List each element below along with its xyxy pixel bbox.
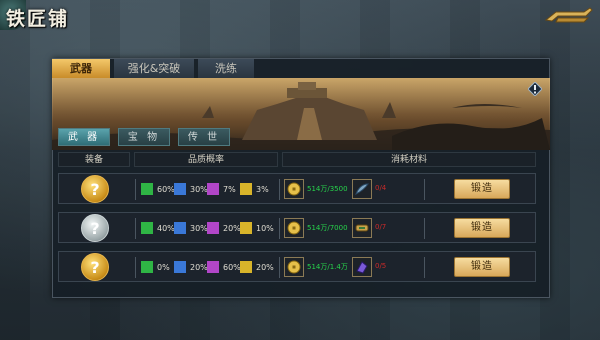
item-cost-text: 0/5 — [375, 262, 387, 270]
quality-green: 60% — [141, 183, 175, 195]
yellow-swatch — [240, 222, 252, 234]
quality-pct: 60% — [157, 184, 175, 194]
subtab-weapon[interactable]: 武 器 — [58, 128, 110, 146]
quality-purple: 20% — [207, 222, 241, 234]
purple-swatch — [207, 261, 219, 273]
quality-yellow: 10% — [240, 222, 274, 234]
coin-icon — [287, 260, 301, 274]
quality-blue: 20% — [174, 261, 208, 273]
quality-pct: 7% — [223, 184, 236, 194]
quality-green: 40% — [141, 222, 175, 234]
blue-swatch — [174, 183, 186, 195]
coin-material-slot[interactable] — [284, 257, 304, 277]
coin-material-slot[interactable] — [284, 179, 304, 199]
back-arrow-icon[interactable] — [544, 6, 594, 26]
subtab-treasure[interactable]: 宝 物 — [118, 128, 170, 146]
header: 铁匠铺 — [0, 0, 600, 34]
divider — [424, 218, 425, 239]
quality-pct: 20% — [190, 262, 208, 272]
divider — [424, 257, 425, 278]
info-diamond-icon[interactable] — [528, 82, 542, 96]
column-header-materials: 消耗材料 — [282, 152, 536, 167]
purple-swatch — [207, 222, 219, 234]
purple-swatch — [207, 183, 219, 195]
forge-row: ? 40% 30% 20% 10% 514万/7000 0/7 锻造 — [58, 212, 536, 243]
divider — [135, 218, 136, 239]
page-title: 铁匠铺 — [6, 8, 70, 30]
item-material-slot[interactable] — [352, 218, 372, 238]
quality-probabilities: 40% 30% 20% 10% — [141, 222, 274, 234]
quality-yellow: 20% — [240, 261, 274, 273]
top-tabs: 武器 强化&突破 洗练 — [52, 59, 258, 78]
item-material-slot[interactable] — [352, 179, 372, 199]
forge-button[interactable]: 锻造 — [454, 257, 510, 277]
quality-pct: 60% — [223, 262, 241, 272]
quality-blue: 30% — [174, 222, 208, 234]
feather-material-icon — [355, 183, 369, 196]
column-header-quality: 品质概率 — [134, 152, 278, 167]
item-material-slot[interactable] — [352, 257, 372, 277]
coin-cost-text: 514万/7000 — [307, 224, 348, 232]
quality-pct: 30% — [190, 223, 208, 233]
green-swatch — [141, 222, 153, 234]
back-button[interactable] — [544, 5, 594, 27]
quality-blue: 30% — [174, 183, 208, 195]
green-swatch — [141, 183, 153, 195]
tab-weapon[interactable]: 武器 — [52, 59, 110, 78]
forge-row: ? 60% 30% 7% 3% 514万/3500 0/4 锻造 — [58, 173, 536, 204]
item-cost-text: 0/7 — [375, 223, 387, 231]
quality-green: 0% — [141, 261, 170, 273]
coin-material-slot[interactable] — [284, 218, 304, 238]
scroll-material-icon — [355, 224, 369, 232]
subtab-heirloom[interactable]: 传 世 — [178, 128, 230, 146]
quality-yellow: 3% — [240, 183, 269, 195]
quality-pct: 20% — [223, 223, 241, 233]
divider — [279, 257, 280, 278]
column-header-equip: 装备 — [58, 152, 130, 167]
tab-enhance-breakthrough[interactable]: 强化&突破 — [114, 59, 194, 78]
divider — [279, 179, 280, 200]
divider — [135, 257, 136, 278]
blue-swatch — [174, 222, 186, 234]
gem-material-icon — [356, 261, 368, 274]
forge-button[interactable]: 锻造 — [454, 218, 510, 238]
green-swatch — [141, 261, 153, 273]
tab-refine[interactable]: 洗练 — [198, 59, 254, 78]
quality-probabilities: 0% 20% 60% 20% — [141, 261, 274, 273]
blue-swatch — [174, 261, 186, 273]
quality-pct: 10% — [256, 223, 274, 233]
divider — [424, 179, 425, 200]
quality-purple: 7% — [207, 183, 236, 195]
divider — [135, 179, 136, 200]
yellow-swatch — [240, 261, 252, 273]
quality-pct: 30% — [190, 184, 208, 194]
gold-mystery-equipment-icon[interactable]: ? — [81, 253, 109, 281]
divider — [279, 218, 280, 239]
coin-icon — [287, 182, 301, 196]
coin-cost-text: 514万/1.4万 — [307, 263, 348, 271]
coin-cost-text: 514万/3500 — [307, 185, 348, 193]
quality-probabilities: 60% 30% 7% 3% — [141, 183, 273, 195]
quality-purple: 60% — [207, 261, 241, 273]
quality-pct: 0% — [157, 262, 170, 272]
silver-mystery-equipment-icon[interactable]: ? — [81, 214, 109, 242]
quality-pct: 40% — [157, 223, 175, 233]
gold-mystery-equipment-icon[interactable]: ? — [81, 175, 109, 203]
quality-pct: 20% — [256, 262, 274, 272]
item-cost-text: 0/4 — [375, 184, 387, 192]
forge-button[interactable]: 锻造 — [454, 179, 510, 199]
quality-pct: 3% — [256, 184, 269, 194]
sub-tabs: 武 器 宝 物 传 世 — [58, 128, 238, 146]
info-icon[interactable] — [528, 82, 542, 96]
yellow-swatch — [240, 183, 252, 195]
coin-icon — [287, 221, 301, 235]
forge-row: ? 0% 20% 60% 20% 514万/1.4万 0/5 锻造 — [58, 251, 536, 282]
